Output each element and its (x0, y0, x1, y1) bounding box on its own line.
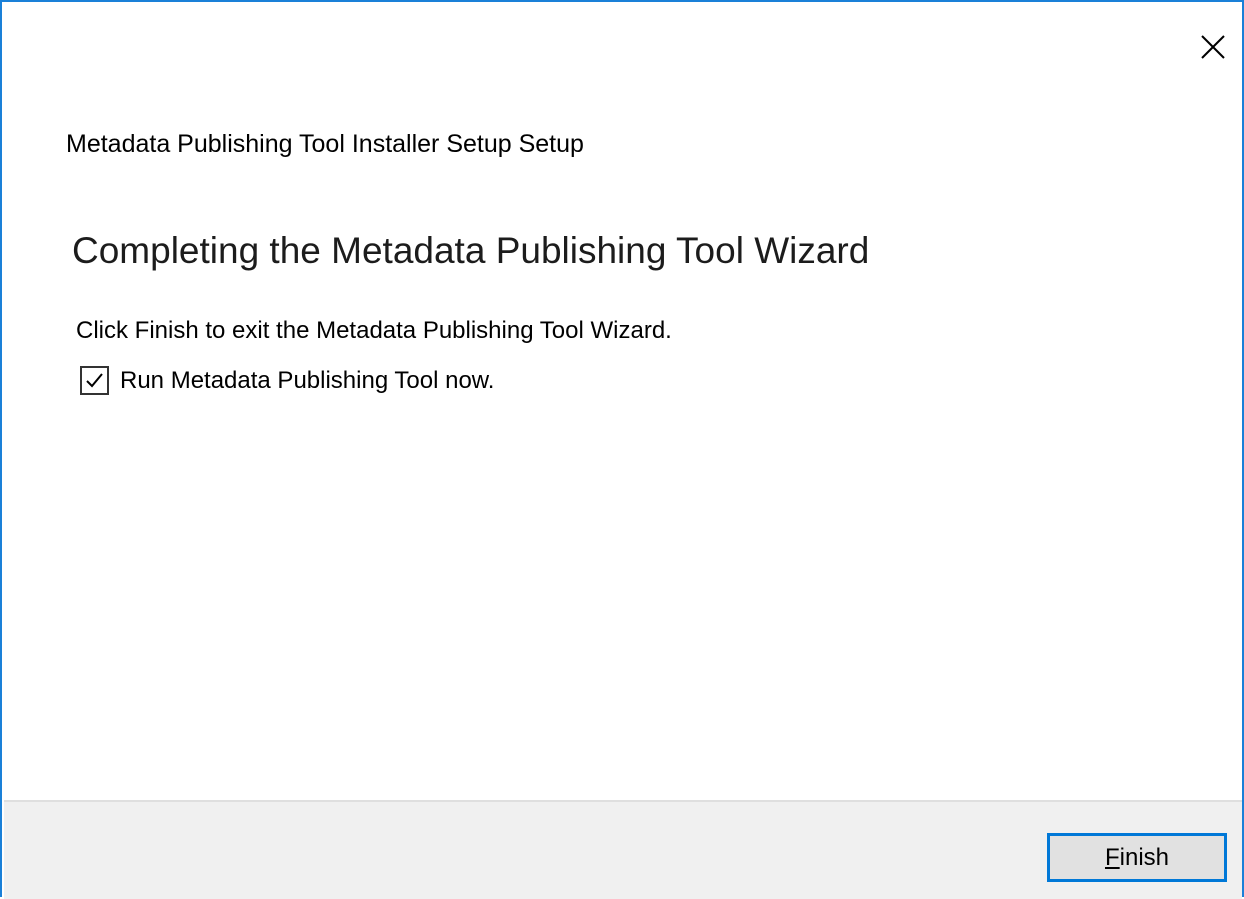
button-bar: Finish (4, 800, 1242, 899)
run-now-checkbox[interactable] (80, 366, 109, 395)
finish-button-label: inish (1119, 843, 1170, 871)
close-button[interactable] (1188, 22, 1238, 72)
window-title: Metadata Publishing Tool Installer Setup… (66, 130, 584, 158)
installer-dialog: Metadata Publishing Tool Installer Setup… (0, 0, 1244, 899)
page-heading: Completing the Metadata Publishing Tool … (72, 230, 870, 271)
instruction-text: Click Finish to exit the Metadata Publis… (76, 317, 672, 344)
close-icon (1201, 35, 1225, 59)
checkmark-icon (86, 373, 103, 388)
run-now-checkbox-label[interactable]: Run Metadata Publishing Tool now. (120, 367, 494, 395)
run-now-checkbox-row[interactable]: Run Metadata Publishing Tool now. (80, 366, 494, 395)
finish-button-accelerator: F (1104, 843, 1120, 871)
finish-button[interactable]: Finish (1047, 833, 1227, 882)
